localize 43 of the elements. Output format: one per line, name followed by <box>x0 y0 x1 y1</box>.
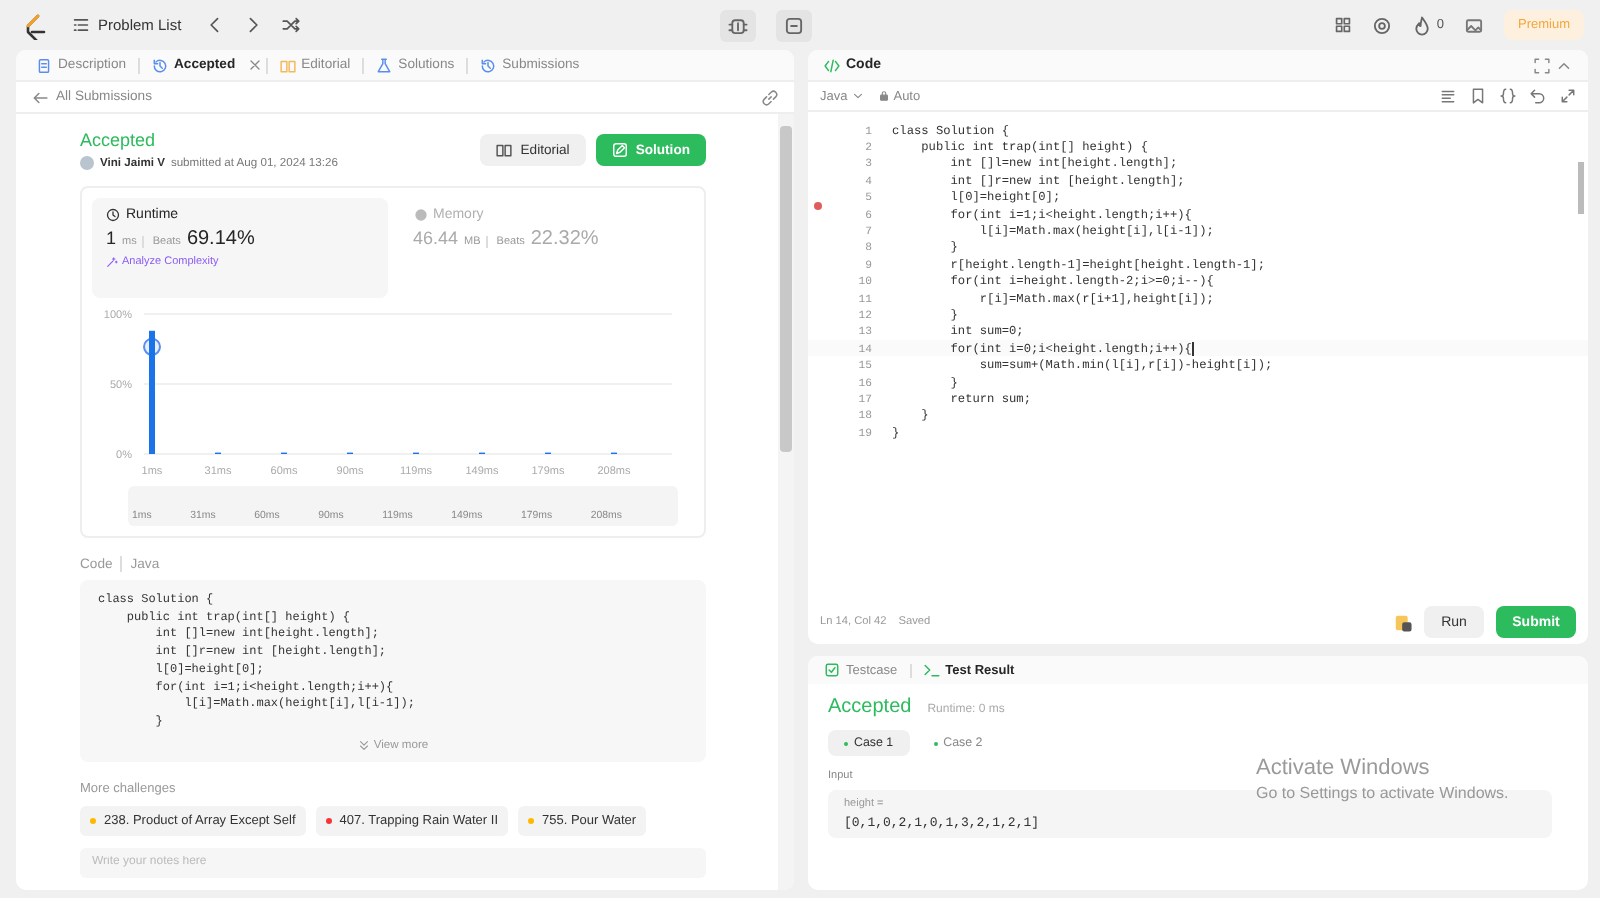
flask-icon <box>376 57 393 73</box>
book-icon <box>496 142 513 158</box>
history-icon <box>152 57 168 73</box>
debug-button[interactable] <box>719 9 756 41</box>
shuffle-icon[interactable] <box>281 16 300 34</box>
format-icon[interactable] <box>1440 88 1456 104</box>
link-icon[interactable] <box>762 89 778 105</box>
grid-icon[interactable] <box>1334 16 1353 34</box>
flame-icon <box>1412 15 1433 35</box>
doc-icon <box>36 57 52 73</box>
scrollbar <box>1578 162 1584 214</box>
result-status: Accepted <box>828 696 912 718</box>
close-icon[interactable] <box>247 58 262 72</box>
fullscreen-icon[interactable] <box>1560 88 1576 104</box>
double-chevron-icon <box>357 739 370 752</box>
book-icon <box>279 57 296 73</box>
checkbox-icon <box>824 662 840 678</box>
reset-icon[interactable] <box>1530 88 1546 104</box>
status-text: Accepted <box>80 130 158 150</box>
activation-title: Activate Windows <box>1256 756 1432 780</box>
back-arrow-icon <box>32 89 48 105</box>
pencil-icon <box>611 142 628 158</box>
avatar <box>80 156 94 170</box>
history-icon <box>480 57 497 73</box>
settings-icon[interactable] <box>1372 15 1393 35</box>
bug-icon <box>727 15 748 35</box>
sparkle-icon <box>106 256 118 268</box>
note-icon <box>783 15 804 35</box>
chevron-down-icon <box>851 90 864 102</box>
lock-icon <box>877 90 890 102</box>
scrollbar[interactable] <box>778 114 794 890</box>
code-icon <box>824 57 840 73</box>
list-icon <box>72 16 90 34</box>
notes-icon[interactable] <box>1394 613 1412 631</box>
braces-icon[interactable] <box>1500 88 1516 104</box>
bookmark-icon[interactable] <box>1470 88 1486 104</box>
activation-text: Go to Settings to activate Windows. <box>1256 784 1509 802</box>
chevron-left-icon[interactable] <box>205 16 224 34</box>
terminal-icon <box>923 662 940 678</box>
collapse-icon[interactable] <box>1556 57 1572 73</box>
note-button[interactable] <box>775 9 812 41</box>
expand-icon[interactable] <box>1534 57 1550 73</box>
clock-icon <box>106 208 120 222</box>
